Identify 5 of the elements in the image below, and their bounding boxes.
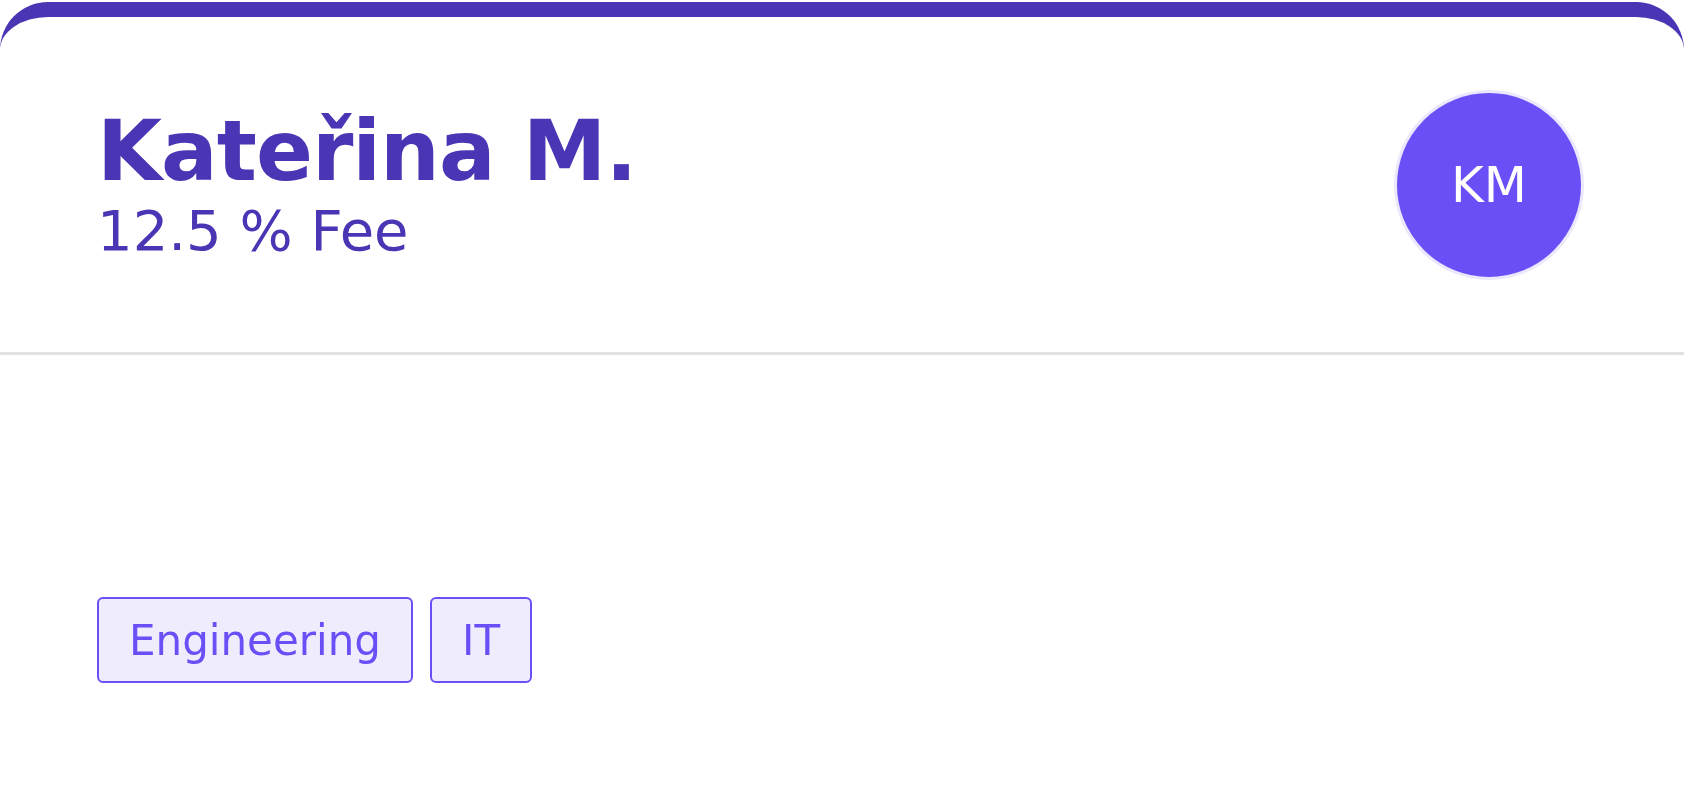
tag: IT: [430, 597, 533, 683]
tag: Engineering: [97, 597, 413, 683]
avatar: KM: [1394, 89, 1584, 280]
fee-text: 12.5 % Fee: [97, 197, 410, 265]
person-name: Kateřina M.: [97, 104, 637, 198]
